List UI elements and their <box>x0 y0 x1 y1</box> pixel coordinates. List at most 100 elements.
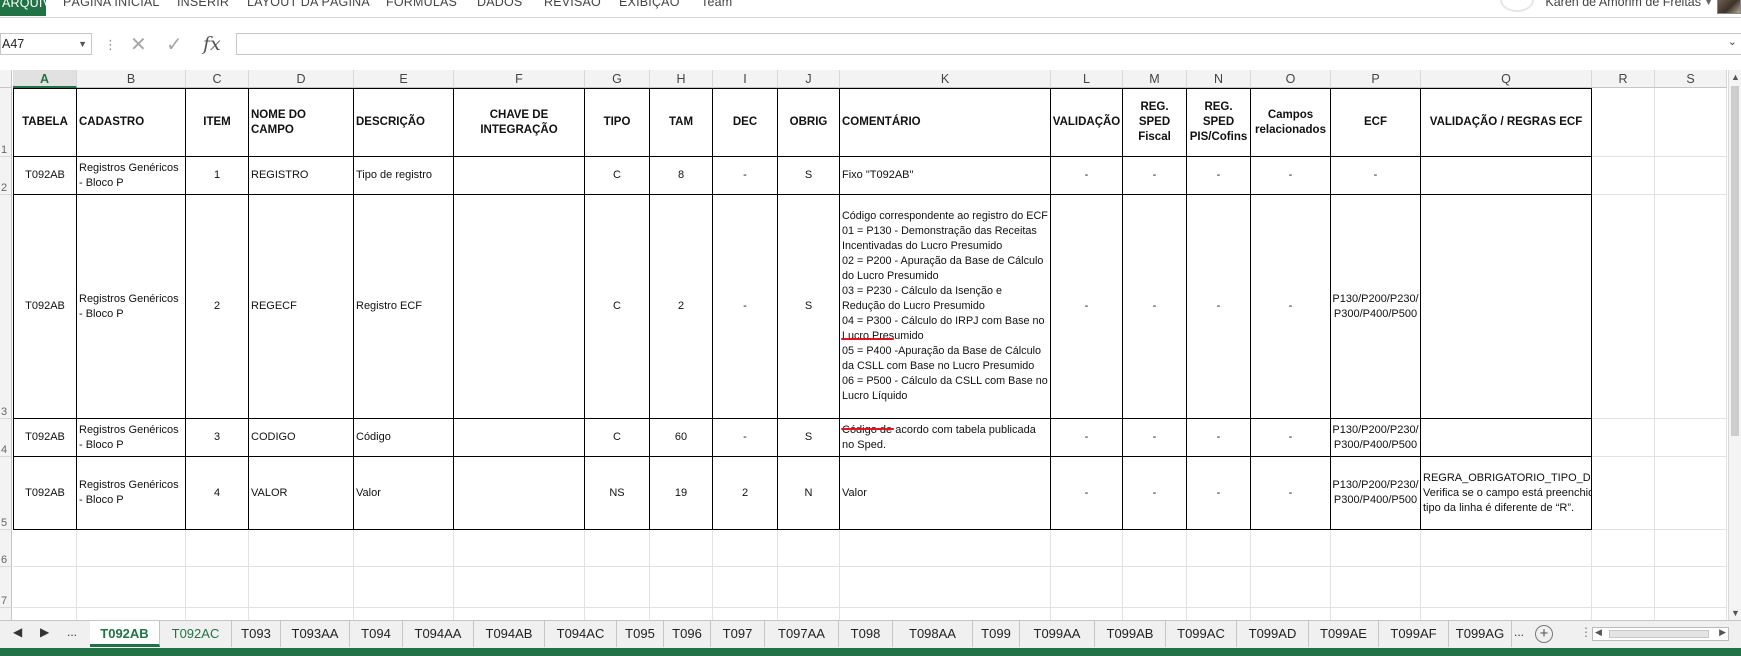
tab-split-grip-icon[interactable]: ⋮ <box>1580 625 1592 639</box>
user-name[interactable]: Karen de Amorim de Freitas <box>1545 0 1701 9</box>
table-cell[interactable]: Registros Genéricos - Bloco P <box>77 419 186 457</box>
table-cell[interactable]: REGECF <box>249 195 354 419</box>
empty-cell[interactable] <box>840 530 1051 567</box>
formula-input[interactable] <box>236 33 1741 55</box>
empty-cell[interactable] <box>249 567 354 608</box>
header-cell[interactable]: REG. SPED Fiscal <box>1123 88 1187 157</box>
empty-cell[interactable] <box>249 608 354 620</box>
scroll-left-icon[interactable]: ◀ <box>1595 627 1602 638</box>
empty-cell[interactable] <box>1592 530 1655 567</box>
row-header-1[interactable]: 1 <box>0 88 12 157</box>
row-header-3[interactable]: 3 <box>0 195 12 419</box>
empty-cell[interactable] <box>1421 567 1592 608</box>
empty-cell[interactable] <box>1251 608 1331 620</box>
table-cell[interactable]: P130/P200/P230/ P300/P400/P500 <box>1331 457 1421 530</box>
table-cell[interactable]: NS <box>585 457 650 530</box>
sheet-tab-t097aa[interactable]: T097AA <box>765 621 839 647</box>
more-sheets-right[interactable]: ... <box>1514 625 1524 639</box>
empty-cell[interactable] <box>77 608 186 620</box>
empty-cell[interactable] <box>77 530 186 567</box>
table-cell[interactable]: - <box>1123 419 1187 457</box>
table-cell[interactable]: - <box>1251 157 1331 195</box>
empty-cell[interactable] <box>1051 608 1123 620</box>
empty-cell[interactable] <box>1592 457 1655 530</box>
empty-cell[interactable] <box>354 567 454 608</box>
table-cell[interactable]: - <box>1051 157 1123 195</box>
header-cell[interactable]: Campos relacionados <box>1251 88 1331 157</box>
empty-cell[interactable] <box>13 608 77 620</box>
empty-cell[interactable] <box>1251 530 1331 567</box>
table-cell[interactable]: S <box>778 419 840 457</box>
sheet-tab-t099ac[interactable]: T099AC <box>1166 621 1237 647</box>
header-cell[interactable]: TABELA <box>13 88 77 157</box>
table-cell[interactable]: - <box>1051 457 1123 530</box>
table-cell[interactable]: REGRA_OBRIGATORIO_TIPO_DIFERENTE_R: Veri… <box>1421 457 1592 530</box>
empty-cell[interactable] <box>1655 608 1727 620</box>
header-cell[interactable]: COMENTÁRIO <box>840 88 1051 157</box>
tab-pagina-inicial[interactable]: PÁGINA INICIAL <box>63 0 160 9</box>
sheet-tab-t099[interactable]: T099 <box>973 621 1020 647</box>
table-cell[interactable]: C <box>585 157 650 195</box>
sheet-tab-t095[interactable]: T095 <box>617 621 664 647</box>
sheet-tab-t098aa[interactable]: T098AA <box>893 621 973 647</box>
empty-cell[interactable] <box>1187 608 1251 620</box>
empty-cell[interactable] <box>1592 608 1655 620</box>
table-cell[interactable]: C <box>585 195 650 419</box>
table-cell[interactable]: Registros Genéricos - Bloco P <box>77 157 186 195</box>
table-cell[interactable]: Tipo de registro <box>354 157 454 195</box>
avatar[interactable] <box>1717 0 1741 14</box>
table-cell[interactable]: 2 <box>713 457 778 530</box>
table-cell[interactable] <box>454 195 585 419</box>
sheet-tab-t097[interactable]: T097 <box>711 621 765 647</box>
empty-cell[interactable] <box>778 608 840 620</box>
sheet-tab-t099ad[interactable]: T099AD <box>1237 621 1309 647</box>
table-cell[interactable]: Código de acordo com tabela publicada no… <box>840 419 1051 457</box>
empty-cell[interactable] <box>778 530 840 567</box>
worksheet-grid[interactable]: ABCDEFGHIJKLMNOPQRS12345678TABELACADASTR… <box>0 70 1727 620</box>
empty-cell[interactable] <box>13 567 77 608</box>
add-sheet-button[interactable]: + <box>1535 625 1553 643</box>
table-cell[interactable]: Código correspondente ao registro do ECF… <box>840 195 1051 419</box>
empty-cell[interactable] <box>840 567 1051 608</box>
sheet-tab-t099af[interactable]: T099AF <box>1379 621 1449 647</box>
empty-cell[interactable] <box>1655 157 1727 195</box>
column-header-c[interactable]: C <box>186 70 249 88</box>
header-cell[interactable]: VALIDAÇÃO / REGRAS ECF <box>1421 88 1592 157</box>
tab-team[interactable]: Team <box>701 0 732 9</box>
table-cell[interactable]: 2 <box>186 195 249 419</box>
empty-cell[interactable] <box>1592 567 1655 608</box>
vertical-scroll-thumb[interactable] <box>1731 86 1739 436</box>
sheet-tab-t092ab[interactable]: T092AB <box>90 621 160 647</box>
column-header-e[interactable]: E <box>354 70 454 88</box>
tab-layout-da-pagina[interactable]: LAYOUT DA PÁGINA <box>247 0 370 9</box>
header-cell[interactable]: ECF <box>1331 88 1421 157</box>
empty-cell[interactable] <box>840 608 1051 620</box>
table-cell[interactable]: - <box>1123 457 1187 530</box>
column-header-h[interactable]: H <box>650 70 713 88</box>
empty-cell[interactable] <box>1655 195 1727 419</box>
table-cell[interactable]: - <box>1251 195 1331 419</box>
tab-formulas[interactable]: FÓRMULAS <box>386 0 457 9</box>
column-header-k[interactable]: K <box>840 70 1051 88</box>
sheet-tab-t098[interactable]: T098 <box>839 621 893 647</box>
table-cell[interactable]: VALOR <box>249 457 354 530</box>
table-cell[interactable]: - <box>1051 195 1123 419</box>
table-cell[interactable]: 1 <box>186 157 249 195</box>
select-all-corner[interactable] <box>0 70 12 88</box>
row-header-8[interactable]: 8 <box>0 608 12 620</box>
function-icon[interactable]: fx <box>203 33 221 55</box>
empty-cell[interactable] <box>1123 567 1187 608</box>
tab-inserir[interactable]: INSERIR <box>177 0 229 9</box>
sheet-tab-t099ae[interactable]: T099AE <box>1309 621 1379 647</box>
name-box-dropdown-icon[interactable]: ▼ <box>78 34 87 54</box>
empty-cell[interactable] <box>1421 530 1592 567</box>
empty-cell[interactable] <box>354 530 454 567</box>
horizontal-scrollbar[interactable]: ◀ ▶ <box>1592 627 1729 641</box>
table-cell[interactable]: 2 <box>650 195 713 419</box>
empty-cell[interactable] <box>713 608 778 620</box>
table-cell[interactable]: - <box>1251 419 1331 457</box>
table-cell[interactable]: Registro ECF <box>354 195 454 419</box>
column-header-q[interactable]: Q <box>1421 70 1592 88</box>
table-cell[interactable] <box>454 157 585 195</box>
user-menu-caret-icon[interactable]: ▼ <box>1704 0 1713 7</box>
